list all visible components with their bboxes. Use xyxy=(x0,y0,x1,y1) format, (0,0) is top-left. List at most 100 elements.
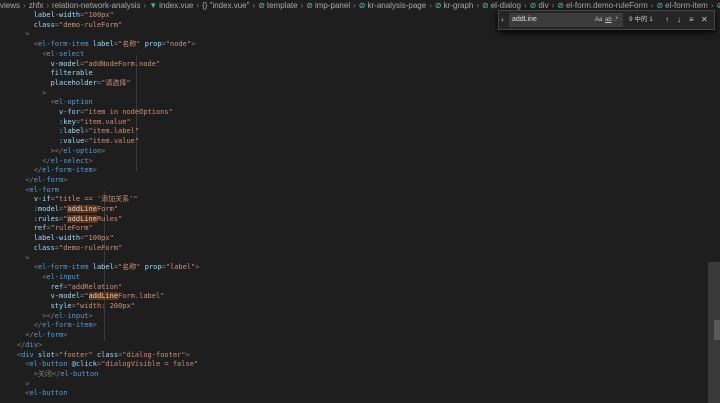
code-line: ref="ruleForm" xyxy=(0,224,93,234)
code-token: el-button xyxy=(29,360,68,369)
breadcrumb-item[interactable]: ⊘ el-form-item xyxy=(656,1,707,10)
code-token: label xyxy=(92,263,114,272)
code-line: filterable xyxy=(0,69,93,79)
code-line: </el-form> xyxy=(0,176,67,186)
code-token: < xyxy=(0,40,38,49)
code-line: > xyxy=(0,254,29,264)
breadcrumb-label: template xyxy=(266,1,298,10)
code-line: :rules="addLineRules" xyxy=(0,214,123,225)
match-case-button[interactable]: Aa xyxy=(595,15,602,25)
breadcrumb-separator-icon: › xyxy=(710,1,714,10)
tag-icon: ⊘ xyxy=(482,1,489,10)
breadcrumb-item[interactable]: ⊘ kr-graph xyxy=(435,1,474,10)
breadcrumb-label: div xyxy=(538,1,549,10)
code-token: "名称" xyxy=(118,40,141,49)
code-token: < xyxy=(0,272,47,281)
breadcrumb-item[interactable]: ⊘ kr-analysis-page xyxy=(359,1,426,10)
breadcrumb-item[interactable]: ▼ index.vue xyxy=(149,1,193,10)
code-line: :model="addLineForm" xyxy=(0,205,118,215)
breadcrumb-label: imp-panel xyxy=(314,1,351,10)
search-match-highlight: addLine xyxy=(67,205,97,213)
breadcrumb-separator-icon: › xyxy=(23,1,26,10)
scrollbar-thumb[interactable] xyxy=(714,320,720,340)
code-line: </el-form> xyxy=(0,331,67,341)
code-token: el-form xyxy=(29,185,60,194)
code-line: > xyxy=(0,380,29,390)
code-token: Form.label" xyxy=(118,292,165,301)
code-token: > xyxy=(101,146,106,155)
breadcrumb-item[interactable]: views xyxy=(0,1,20,10)
code-token: </ xyxy=(0,331,34,340)
breadcrumb-item[interactable]: zhfx xyxy=(29,1,44,10)
search-match-highlight: addLine xyxy=(88,292,119,301)
code-line: > xyxy=(0,89,46,99)
breadcrumb-item[interactable]: relation-network-analysis xyxy=(52,1,140,10)
breadcrumb-item[interactable]: ⊘ template xyxy=(258,1,297,10)
code-token: "名称" xyxy=(118,263,141,272)
match-whole-word-button[interactable]: ab xyxy=(605,15,612,25)
breadcrumb-label: zhfx xyxy=(28,1,44,10)
code-token: prop xyxy=(144,40,162,49)
code-token: :key xyxy=(59,117,76,126)
tag-icon: ⊘ xyxy=(258,1,265,10)
code-line: ></el-input> xyxy=(0,312,93,322)
code-token: placeholder xyxy=(50,78,97,87)
code-line: :label="item.label" xyxy=(0,127,139,137)
code-line: >关闭</el-button xyxy=(0,370,99,380)
code-token: "100px" xyxy=(84,234,114,243)
breadcrumb-item[interactable]: ⊘ div xyxy=(530,1,549,10)
code-token: Rules" xyxy=(96,214,123,223)
tag-icon: ⊘ xyxy=(529,1,537,10)
tag-icon: ⊘ xyxy=(306,1,313,10)
breadcrumb-item[interactable]: ⊘ el-dialog xyxy=(482,1,521,10)
code-token: "label" xyxy=(165,263,196,272)
breadcrumb-label: kr-analysis-page xyxy=(367,1,427,10)
use-regex-button[interactable]: .* xyxy=(614,15,618,25)
code-line: label-width="100px" xyxy=(0,234,114,244)
code-token: "node" xyxy=(165,40,192,49)
breadcrumb-item[interactable]: ⊘ el-form.demo-ruleForm xyxy=(557,1,648,10)
tag-icon: ⊘ xyxy=(716,1,720,10)
code-token: > xyxy=(92,166,97,175)
code-line: </el-select> xyxy=(0,157,93,167)
find-widget: › addLine Aa ab .* 9 中的 1 ↑ ↓ ≡ ✕ xyxy=(498,10,715,30)
code-token: "item.label" xyxy=(88,127,140,136)
breadcrumb-item[interactable]: ⊘ imp-panel xyxy=(306,1,350,10)
code-token: el-form-item xyxy=(42,166,93,175)
find-in-selection-icon[interactable]: ≡ xyxy=(689,14,694,25)
breadcrumb-item[interactable]: {} "index.vue" xyxy=(202,1,250,10)
tag-icon: ⊘ xyxy=(656,1,664,10)
code-token: "100px" xyxy=(84,11,114,19)
next-match-icon[interactable]: ↓ xyxy=(677,14,681,25)
breadcrumb-item[interactable]: ⊘el-select xyxy=(716,1,720,10)
close-icon[interactable]: ✕ xyxy=(701,14,708,25)
code-line: ref="addRelation" xyxy=(0,283,123,293)
breadcrumb-label: views xyxy=(0,1,21,10)
vue-icon: ▼ xyxy=(149,1,158,10)
code-line: v-if="title == '添加关系'" xyxy=(0,195,138,205)
breadcrumb-label: relation-network-analysis xyxy=(52,1,141,10)
previous-match-icon[interactable]: ↑ xyxy=(665,14,669,25)
code-token: Form" xyxy=(96,205,119,213)
code-token: class xyxy=(33,20,55,29)
code-token: el-option xyxy=(54,98,93,107)
code-token: v-if xyxy=(33,195,51,204)
code-line: <el-input xyxy=(0,273,80,283)
code-token: < xyxy=(0,185,30,194)
code-line: ></el-option> xyxy=(0,146,106,157)
toggle-replace-chevron-icon[interactable]: › xyxy=(501,15,509,25)
code-token: ref xyxy=(33,224,47,233)
code-token: "ruleForm" xyxy=(50,224,93,233)
code-token: :rules xyxy=(33,214,60,223)
breadcrumb-separator-icon: › xyxy=(353,1,356,10)
code-token: el-button xyxy=(29,389,68,398)
code-editor[interactable]: label-width="100px" class="demo-ruleForm… xyxy=(0,11,720,403)
code-token: > xyxy=(195,263,200,272)
